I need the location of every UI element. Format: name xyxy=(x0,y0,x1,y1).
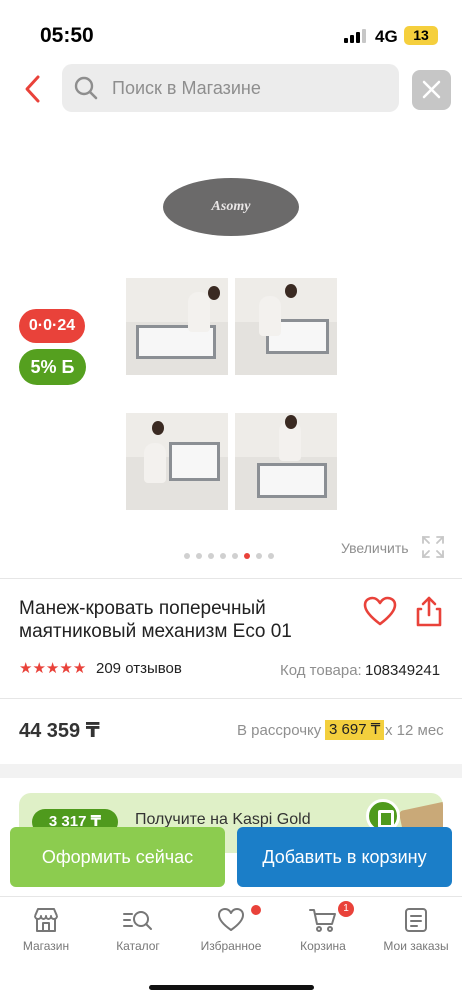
nav-item-orders[interactable]: Мои заказы xyxy=(370,903,462,963)
chevron-left-icon xyxy=(25,75,40,103)
status-bar: 05:50 4G 13 xyxy=(0,0,462,60)
search-icon xyxy=(74,76,98,100)
installment-amount: 3 697 ₸ xyxy=(325,720,385,740)
section-separator xyxy=(0,764,462,778)
expand-icon[interactable] xyxy=(421,535,445,559)
rating-stars: ★★★★★ xyxy=(19,660,87,677)
nav-item-cart[interactable]: Корзина 1 xyxy=(277,901,369,963)
installment-term: х 12 мес xyxy=(385,722,444,739)
timer-badge: 0·0·24 xyxy=(19,309,85,343)
cart-icon xyxy=(309,909,336,932)
status-time: 05:50 xyxy=(40,24,94,47)
slide-dot[interactable] xyxy=(232,553,238,559)
orders-icon xyxy=(405,908,427,932)
nav-label: Магазин xyxy=(22,939,70,953)
close-button[interactable] xyxy=(412,70,451,110)
product-photo xyxy=(235,413,337,510)
add-to-cart-button[interactable]: Добавить в корзину xyxy=(237,827,452,887)
product-gallery[interactable]: Asomy 0·0·24 5% Б Увеличить xyxy=(0,130,462,570)
star-icon: ★ xyxy=(32,660,46,677)
bonus-badge: 5% Б xyxy=(19,349,86,385)
nav-label: Мои заказы xyxy=(383,939,449,953)
checkout-now-button[interactable]: Оформить сейчас xyxy=(10,827,225,887)
nav-label: Каталог xyxy=(116,939,160,953)
reviews-link[interactable]: 209 отзывов xyxy=(96,660,182,677)
cart-count-badge: 1 xyxy=(338,901,354,917)
product-photo xyxy=(126,278,228,375)
bonus-percent: 5% xyxy=(30,357,57,377)
back-button[interactable] xyxy=(20,74,48,104)
share-icon[interactable] xyxy=(414,595,444,627)
slide-dot[interactable] xyxy=(256,553,262,559)
product-code-value: 108349241 xyxy=(365,662,441,679)
close-icon xyxy=(422,80,441,99)
signal-icon xyxy=(344,29,368,43)
divider xyxy=(0,578,462,579)
slide-dot[interactable] xyxy=(220,553,226,559)
bonus-currency: Б xyxy=(61,357,75,377)
battery-icon: 13 xyxy=(404,26,438,45)
star-icon: ★ xyxy=(72,660,87,677)
nav-item-shop[interactable]: Магазин xyxy=(0,903,92,963)
nav-item-favorites[interactable]: Избранное xyxy=(185,903,277,963)
slide-dot[interactable] xyxy=(208,553,214,559)
product-photo xyxy=(126,413,228,510)
divider xyxy=(0,698,462,699)
nav-label: Корзина xyxy=(300,939,346,953)
star-icon: ★ xyxy=(19,660,33,677)
slide-dot-active[interactable] xyxy=(244,553,250,559)
installment-label: В рассрочку xyxy=(237,722,322,739)
product-code-label: Код товара: xyxy=(280,662,362,679)
slide-dot[interactable] xyxy=(184,553,190,559)
search-bar[interactable] xyxy=(62,64,399,112)
slide-dot[interactable] xyxy=(268,553,274,559)
network-type: 4G xyxy=(375,27,398,46)
favorite-heart-icon[interactable] xyxy=(363,596,397,626)
home-indicator xyxy=(149,985,314,990)
product-photo xyxy=(235,278,337,375)
nav-item-catalog[interactable]: Каталог xyxy=(92,903,184,963)
zoom-label[interactable]: Увеличить xyxy=(341,540,409,556)
catalog-search-icon xyxy=(123,911,152,930)
product-title: Манеж-кровать поперечный маятниковый мех… xyxy=(19,598,292,642)
brand-logo: Asomy xyxy=(163,178,299,236)
slide-dot[interactable] xyxy=(196,553,202,559)
battery-level: 13 xyxy=(413,27,429,43)
star-icon: ★ xyxy=(45,660,60,677)
heart-icon xyxy=(218,908,244,931)
star-icon: ★ xyxy=(59,660,73,677)
shop-icon xyxy=(34,908,58,932)
search-input[interactable] xyxy=(112,64,382,112)
nav-label: Избранное xyxy=(200,939,262,953)
product-price: 44 359 ₸ xyxy=(19,720,100,742)
notification-dot xyxy=(251,905,261,915)
